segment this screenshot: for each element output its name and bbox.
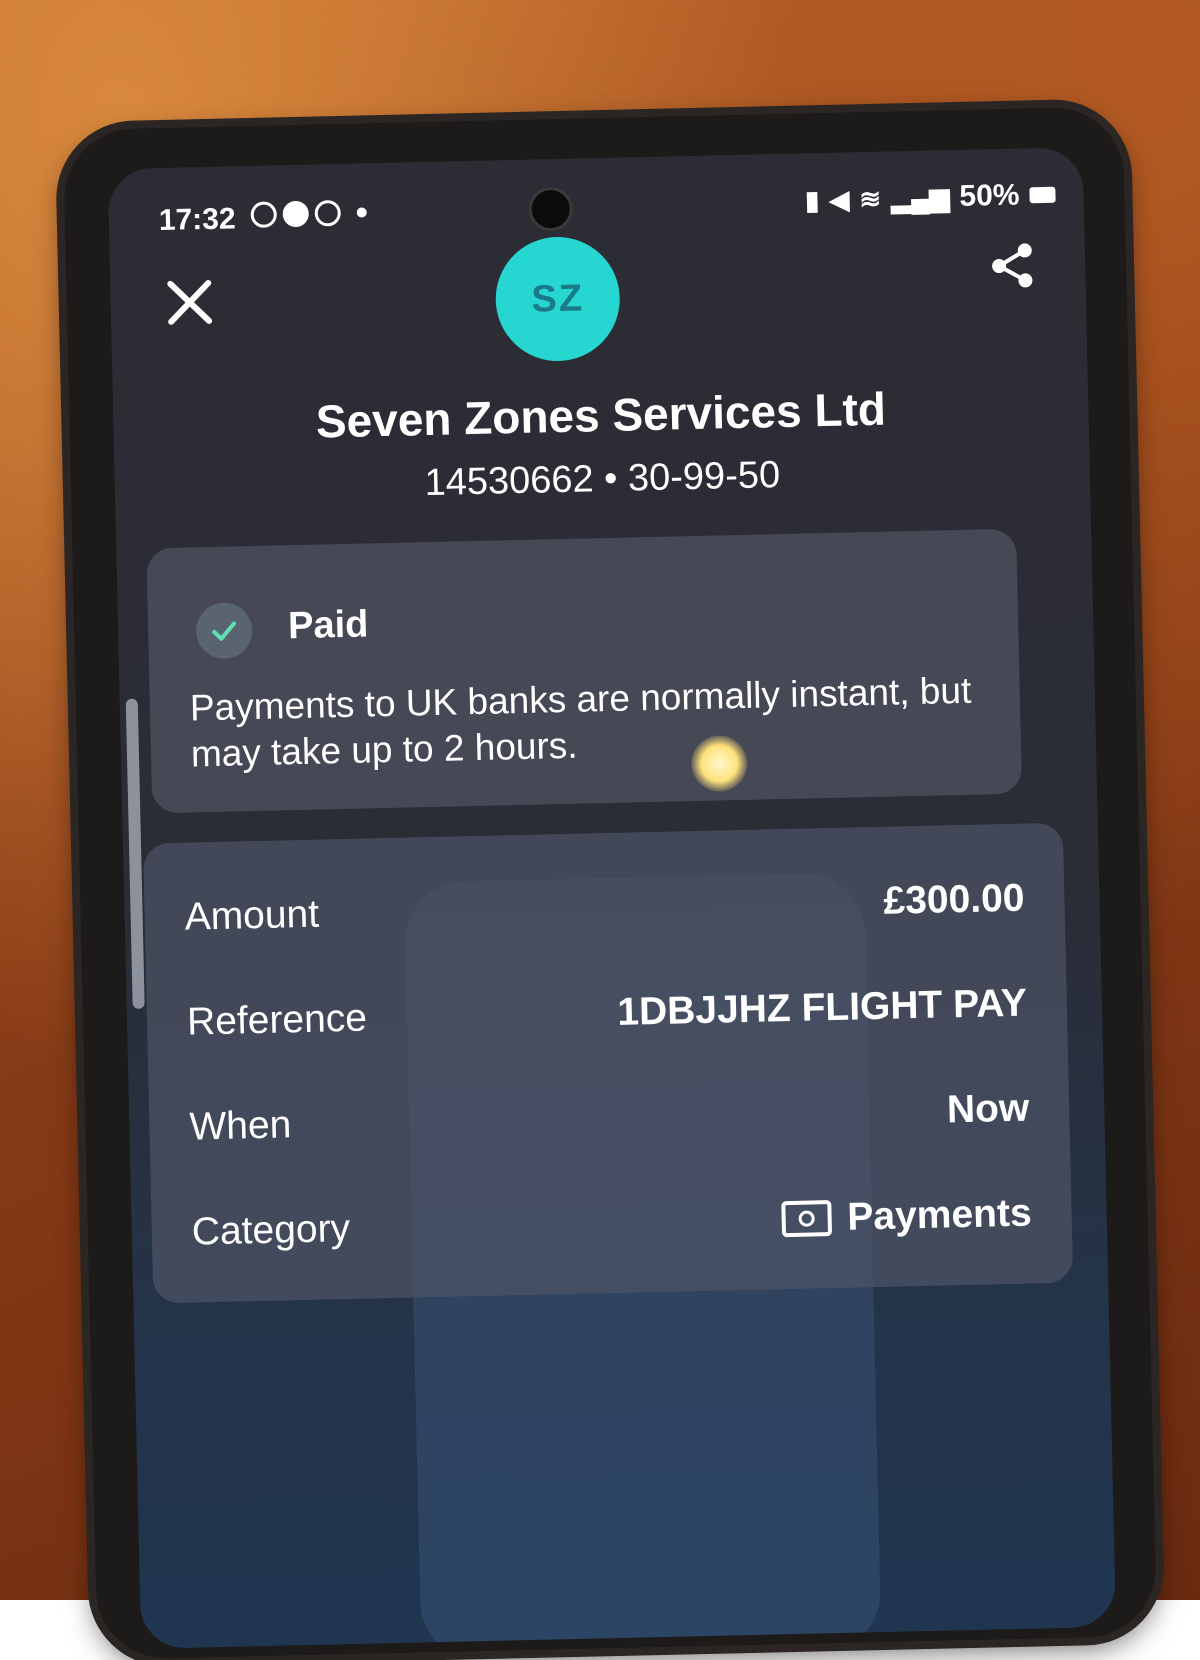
amount-label: Amount bbox=[184, 892, 320, 939]
system-status-icons: ▮ ◀ ≋ ▂▄▆ 50% bbox=[805, 178, 1056, 218]
wifi-icon: ≋ bbox=[858, 183, 882, 214]
banknote-icon bbox=[780, 1200, 832, 1238]
battery-percent: 50% bbox=[959, 178, 1020, 213]
reference-label: Reference bbox=[186, 996, 368, 1044]
app-notification-icon bbox=[314, 199, 342, 227]
amount-value: £300.00 bbox=[883, 876, 1025, 923]
avatar: SZ bbox=[494, 235, 622, 363]
category-value[interactable]: Payments bbox=[780, 1191, 1033, 1242]
signal-icon: ▂▄▆ bbox=[890, 181, 950, 213]
when-value: Now bbox=[946, 1086, 1030, 1132]
detail-row-amount: Amount £300.00 bbox=[184, 869, 1025, 948]
phone-body: 17:32 ▮ ◀ ≋ ▂▄▆ 50% SZ Seven Zones Servi… bbox=[62, 106, 1158, 1660]
battery-icon bbox=[1029, 186, 1056, 204]
category-text: Payments bbox=[846, 1191, 1033, 1239]
payment-status-card: Paid Payments to UK banks are normally i… bbox=[146, 528, 1023, 814]
more-notifications-icon bbox=[356, 207, 367, 218]
scroll-indicator bbox=[125, 698, 145, 1009]
close-icon[interactable] bbox=[164, 277, 215, 328]
mute-icon: ◀ bbox=[828, 183, 850, 215]
payee-name: Seven Zones Services Ltd bbox=[315, 382, 887, 448]
status-message: Payments to UK banks are normally instan… bbox=[189, 669, 972, 775]
app-screen: 17:32 ▮ ◀ ≋ ▂▄▆ 50% SZ Seven Zones Servi… bbox=[107, 147, 1117, 1649]
status-time: 17:32 bbox=[158, 202, 236, 238]
category-label: Category bbox=[191, 1206, 351, 1254]
payment-details-card: Amount £300.00 Reference 1DBJJHZ FLIGHT … bbox=[142, 822, 1074, 1304]
account-details: 14530662 • 30-99-50 bbox=[424, 454, 781, 505]
detail-row-when: When Now bbox=[189, 1079, 1030, 1158]
when-label: When bbox=[188, 1103, 292, 1149]
detail-row-reference: Reference 1DBJJHZ FLIGHT PAY bbox=[186, 974, 1028, 1053]
detail-row-category[interactable]: Category Payments bbox=[191, 1184, 1032, 1263]
whatsapp-icon bbox=[250, 201, 278, 228]
share-icon[interactable] bbox=[987, 240, 1038, 291]
check-icon bbox=[195, 602, 253, 660]
status-title: Paid bbox=[287, 603, 369, 648]
alarm-icon: ▮ bbox=[804, 184, 820, 215]
notification-dot-icon bbox=[282, 200, 310, 228]
status-bar: 17:32 ▮ ◀ ≋ ▂▄▆ 50% bbox=[108, 147, 1084, 239]
notification-icons bbox=[250, 199, 367, 228]
front-camera bbox=[528, 186, 574, 232]
reference-value: 1DBJJHZ FLIGHT PAY bbox=[616, 981, 1028, 1034]
